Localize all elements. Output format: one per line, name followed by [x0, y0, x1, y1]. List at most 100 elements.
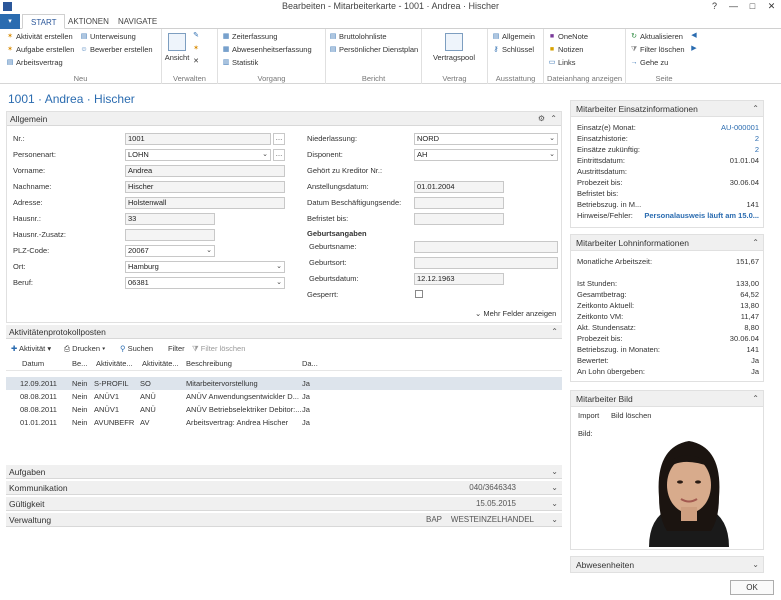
new-button[interactable]: ✶: [192, 45, 202, 53]
ribbon-group-vertrag: Vertragspool Vertrag: [422, 29, 488, 84]
fasttab-header[interactable]: Aktivitätenprotokollposten ⌃: [6, 325, 562, 339]
vorname-field[interactable]: Andrea: [125, 165, 285, 177]
tab-navigate[interactable]: NAVIGATE: [118, 14, 157, 29]
beruf-select[interactable]: 06381 ⌄: [125, 277, 285, 289]
schluessel-button[interactable]: ⚷ Schlüssel: [492, 45, 534, 54]
fasttab-kommunikation[interactable]: Kommunikation 040/3646343 ⌄: [6, 481, 562, 495]
column-header[interactable]: Da...: [302, 357, 318, 370]
next-record-button[interactable]: ▶: [690, 45, 700, 53]
cell: S-PROFIL: [94, 379, 129, 388]
chevron-up-icon[interactable]: ⌃: [550, 112, 557, 126]
table-row[interactable]: 08.08.2011 Nein ANÜV1 ANÜ ANÜV Betriebse…: [6, 403, 562, 416]
einsatz-monat-link[interactable]: AU-000001: [721, 122, 759, 133]
column-header[interactable]: Aktivitäte...: [96, 357, 133, 370]
gesperrt-checkbox[interactable]: [415, 290, 423, 298]
fasttab-header[interactable]: Allgemein ⚙ ⌃: [7, 112, 561, 126]
geburtsort-field[interactable]: [414, 257, 558, 269]
nr-field[interactable]: 1001: [125, 133, 271, 145]
hausnr-field[interactable]: 33: [125, 213, 215, 225]
binoculars-icon: ⚲: [120, 344, 126, 353]
lookup-button[interactable]: …: [273, 149, 285, 161]
suchen-button[interactable]: ⚲ Suchen: [120, 344, 153, 353]
dienstplan-button[interactable]: ▤ Persönlicher Dienstplan: [329, 45, 419, 54]
aktualisieren-button[interactable]: ↻ Aktualisieren: [630, 32, 683, 41]
drucken-menu[interactable]: ⎙ Drucken ▾: [64, 344, 105, 354]
einsaetze-zukuenftig-link[interactable]: 2: [755, 144, 759, 155]
lookup-button[interactable]: …: [273, 133, 285, 145]
table-row[interactable]: 12.09.2011 Nein S-PROFIL SO Mitarbeiterv…: [6, 377, 562, 390]
disponent-select[interactable]: AH ⌄: [414, 149, 558, 161]
ort-select[interactable]: Hamburg ⌄: [125, 261, 285, 273]
maximize-button[interactable]: □: [743, 0, 762, 13]
bild-loeschen-button[interactable]: Bild löschen: [611, 411, 651, 420]
allgemein-button[interactable]: ▤ Allgemein: [492, 32, 535, 41]
links-button[interactable]: ▭ Links: [548, 58, 576, 67]
delete-button[interactable]: ✕: [192, 58, 202, 66]
factbox-header[interactable]: Mitarbeiter Bild ⌃: [571, 391, 763, 407]
filter-loeschen-button[interactable]: ⧩ Filter löschen: [630, 45, 685, 54]
factbox-header[interactable]: Mitarbeiter Einsatzinformationen ⌃: [571, 101, 763, 117]
zeiterfassung-button[interactable]: ▦ Zeiterfassung: [222, 32, 278, 41]
settings-icon[interactable]: ⚙: [538, 112, 545, 126]
tab-start[interactable]: START: [22, 14, 66, 29]
adresse-field[interactable]: Holstenwall: [125, 197, 285, 209]
close-button[interactable]: ✕: [762, 0, 781, 13]
abwesenheitserfassung-button[interactable]: ▦ Abwesenheitserfassung: [222, 45, 312, 54]
gehe-zu-button[interactable]: → Gehe zu: [630, 58, 669, 67]
aufgabe-erstellen-button[interactable]: ✶ Aufgabe erstellen: [6, 45, 74, 54]
tab-aktionen[interactable]: AKTIONEN: [68, 14, 109, 29]
previous-record-button[interactable]: ◀: [690, 32, 700, 40]
chevron-down-icon: ⌄: [276, 279, 282, 286]
help-button[interactable]: ?: [705, 0, 724, 13]
table-row[interactable]: 08.08.2011 Nein ANÜV1 ANÜ ANÜV Anwendung…: [6, 390, 562, 403]
edit-button[interactable]: ✎: [192, 32, 202, 40]
fact-row: An Lohn übergeben: Ja: [577, 367, 759, 376]
bruttolohnliste-button[interactable]: ▤ Bruttolohnliste: [329, 32, 387, 41]
geburtsname-field[interactable]: [414, 241, 558, 253]
factbox-header[interactable]: Mitarbeiter Lohninformationen ⌃: [571, 235, 763, 251]
factbox-abwesenheiten[interactable]: Abwesenheiten ⌄: [570, 556, 764, 573]
cell: ANÜV1: [94, 392, 120, 401]
cell-datum: 01.01.2011: [20, 418, 57, 427]
column-header[interactable]: Beschreibung: [186, 357, 232, 370]
unterweisung-button[interactable]: ▤ Unterweisung: [80, 32, 136, 41]
ansicht-button[interactable]: Ansicht: [164, 33, 190, 62]
fasttab-verwaltung[interactable]: Verwaltung BAP WEST EINZELHANDEL ⌄: [6, 513, 562, 527]
fasttab-gueltigkeit[interactable]: Gültigkeit 15.05.2015 ⌄: [6, 497, 562, 511]
bewerber-erstellen-button[interactable]: ☺ Bewerber erstellen: [80, 45, 152, 54]
geburtsdatum-field[interactable]: 12.12.1963: [414, 273, 504, 285]
notizen-button[interactable]: ■ Notizen: [548, 45, 584, 54]
hinweise-link[interactable]: Personalausweis läuft am 15.0...: [644, 210, 759, 221]
einsatzhistorie-link[interactable]: 2: [755, 133, 759, 144]
beschaeftigungsende-field[interactable]: [414, 197, 504, 209]
anstellungsdatum-field[interactable]: 01.01.2004: [414, 181, 504, 193]
column-header[interactable]: Aktivitäte...: [142, 357, 179, 370]
ok-button[interactable]: OK: [730, 580, 774, 595]
nachname-field[interactable]: Hischer: [125, 181, 285, 193]
import-button[interactable]: Import: [578, 411, 599, 420]
file-menu-button[interactable]: ▾: [0, 14, 20, 29]
chevron-up-icon[interactable]: ⌃: [551, 325, 558, 339]
fact-row: Eintrittsdatum: 01.01.04: [577, 156, 759, 165]
fasttab-aufgaben[interactable]: Aufgaben ⌄: [6, 465, 562, 479]
filter-button[interactable]: Filter: [168, 344, 185, 353]
table-row[interactable]: 01.01.2011 Nein AVUNBEFR AV Arbeitsvertr…: [6, 416, 562, 429]
statistik-button[interactable]: ▥ Statistik: [222, 58, 259, 67]
onenote-button[interactable]: ■ OneNote: [548, 32, 588, 41]
arbeitsvertrag-button[interactable]: ▤ Arbeitsvertrag: [6, 58, 63, 67]
minimize-button[interactable]: —: [724, 0, 743, 13]
mehr-felder-button[interactable]: ⌄ Mehr Felder anzeigen: [475, 309, 556, 318]
aktivitaet-menu[interactable]: ✚ Aktivität ▾: [11, 344, 51, 353]
column-header[interactable]: Datum: [22, 357, 44, 370]
personenart-select[interactable]: LOHN ⌄: [125, 149, 271, 161]
plz-select[interactable]: 20067 ⌄: [125, 245, 215, 257]
hausnr-zusatz-field[interactable]: [125, 229, 215, 241]
filter-loeschen-button[interactable]: ⧩ Filter löschen: [192, 344, 245, 354]
befristet-field[interactable]: [414, 213, 504, 225]
group-label: Vertrag: [442, 74, 467, 83]
aktivitaet-erstellen-button[interactable]: ✶ Aktivität erstellen: [6, 32, 73, 41]
vertragspool-button[interactable]: Vertragspool: [426, 33, 482, 62]
column-header[interactable]: Be...: [72, 357, 87, 370]
niederlassung-select[interactable]: NORD ⌄: [414, 133, 558, 145]
table-icon: ▦: [222, 32, 230, 40]
